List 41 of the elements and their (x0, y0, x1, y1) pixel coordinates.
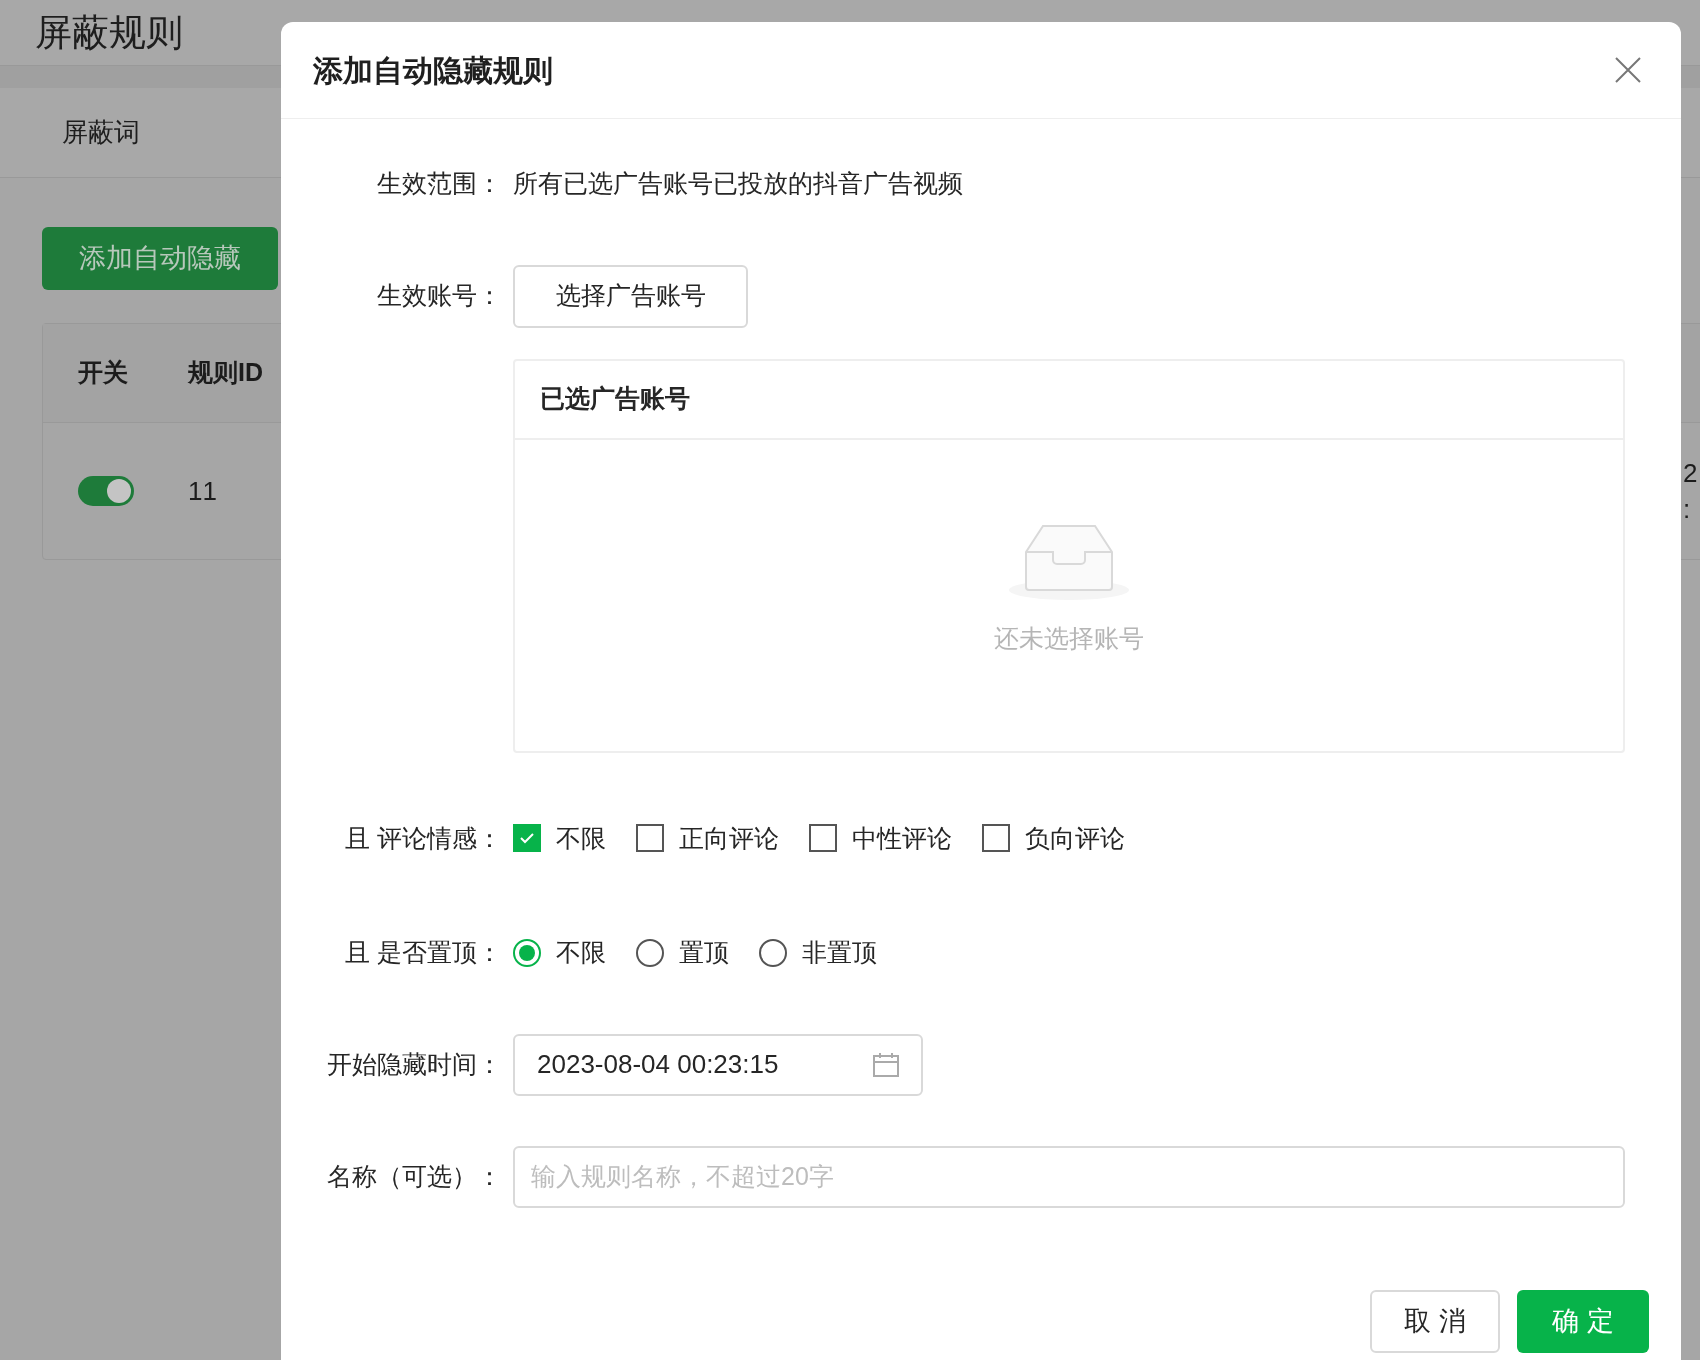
checkbox-label: 不限 (556, 822, 606, 854)
radio-button[interactable] (759, 938, 787, 967)
radio-button[interactable] (513, 938, 541, 967)
field-label: 且 是否置顶： (344, 937, 502, 968)
field-label: 生效账号： (376, 280, 502, 312)
date-field[interactable]: 2023-08-04 00:23:15 (513, 1033, 923, 1096)
page-title: 屏蔽规则 (35, 10, 183, 55)
field-label: 生效范围： (376, 168, 502, 199)
date-value: 2023-08-04 00:23:15 (537, 1048, 779, 1081)
table-cell-text: 11 (188, 474, 219, 508)
panel-title: 已选广告账号 (540, 383, 690, 415)
radio-label: 不限 (556, 937, 606, 968)
checkbox[interactable] (636, 824, 664, 853)
calendar-icon (873, 1052, 899, 1077)
column-header: 规则ID (188, 357, 263, 389)
field-label: 且 评论情感： (344, 822, 502, 854)
table-cell: 2 (1683, 457, 1698, 489)
column-header: 开关 (78, 357, 129, 389)
radio-button[interactable] (636, 938, 664, 967)
radio-label: 置顶 (679, 937, 729, 968)
toggle-switch[interactable] (78, 476, 134, 506)
empty-text: 还未选择账号 (994, 622, 1144, 654)
checkbox[interactable] (982, 824, 1010, 853)
checkbox-label: 中性评论 (852, 822, 952, 854)
field-label: 名称（可选）： (326, 1160, 502, 1192)
checkbox-label: 负向评论 (1025, 822, 1125, 854)
field-label: 开始隐藏时间： (326, 1048, 502, 1080)
check-icon (519, 832, 535, 845)
rule-name-input[interactable]: 输入规则名称，不超过20字 (513, 1145, 1625, 1208)
checkbox-label: 正向评论 (679, 822, 779, 854)
checkbox[interactable] (809, 824, 837, 853)
checkbox[interactable] (513, 824, 541, 853)
table-cell-text: : (1683, 493, 1692, 525)
cancel-button[interactable]: 取 消 (1370, 1289, 1500, 1353)
select-account-button[interactable]: 选择广告账号 (513, 264, 748, 328)
dialog-title: 添加自动隐藏规则 (313, 52, 553, 89)
empty-inbox-icon (1009, 523, 1129, 600)
tab[interactable]: 屏蔽词 (62, 113, 140, 152)
radio-label: 非置顶 (802, 937, 877, 968)
scope-text: 所有已选广告账号已投放的抖音广告视频 (513, 168, 963, 199)
close-icon[interactable] (1615, 57, 1641, 83)
